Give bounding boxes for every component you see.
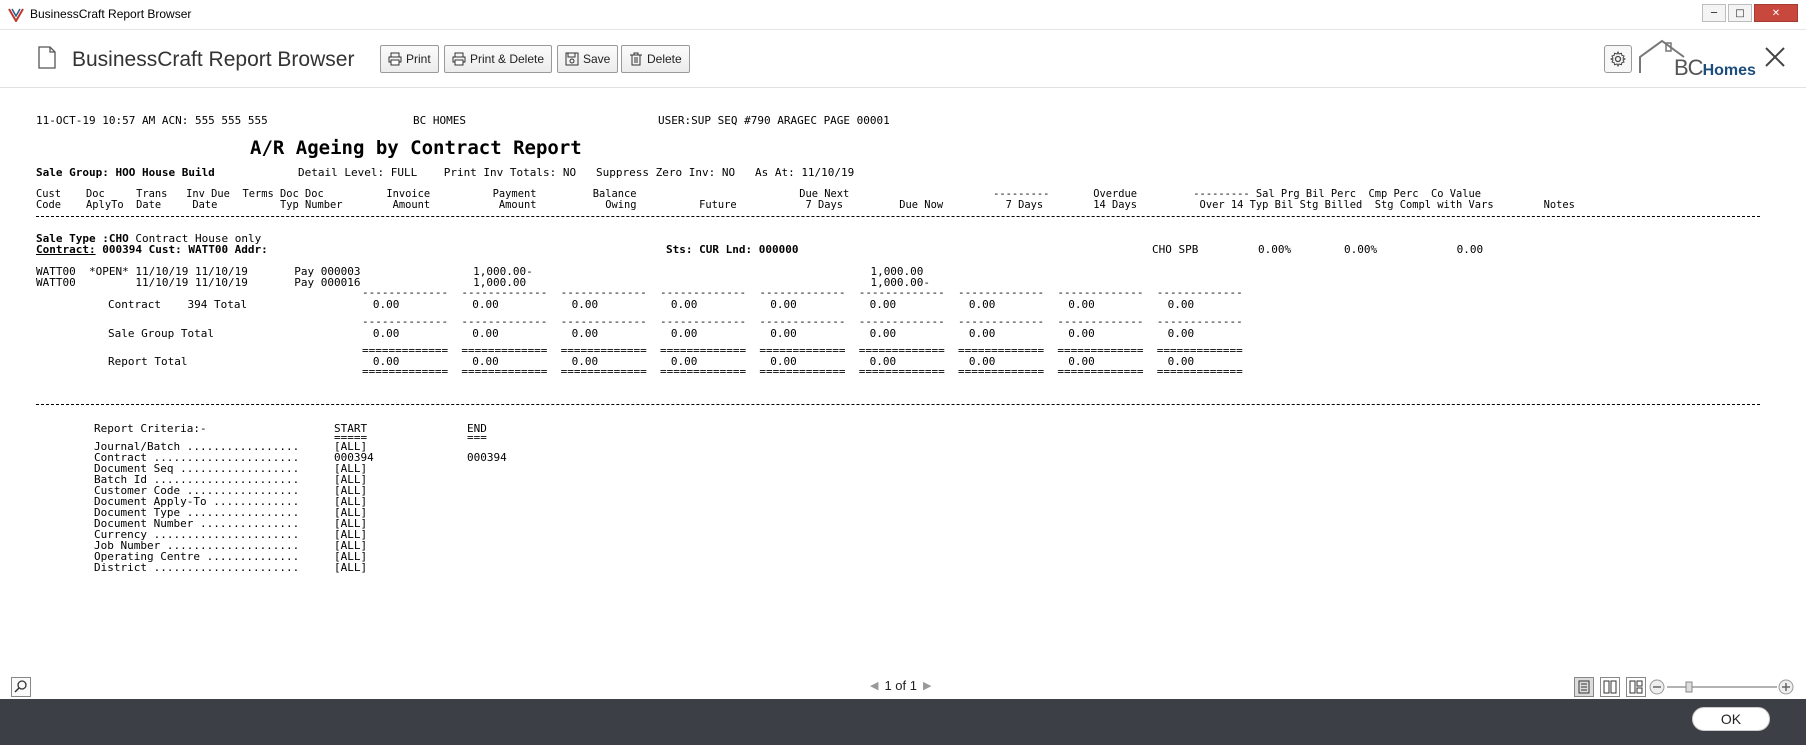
report-total-rule-bottom: ============= ============= ============… bbox=[362, 365, 1243, 378]
multi-page-icon bbox=[1629, 680, 1643, 694]
criteria-end-underline: === bbox=[467, 431, 487, 444]
search-icon[interactable] bbox=[11, 677, 31, 697]
sale-group: Sale Group: HOO House Build bbox=[36, 166, 215, 179]
minimize-button[interactable]: ─ bbox=[1702, 4, 1726, 22]
next-page-icon[interactable]: ▶ bbox=[923, 679, 931, 692]
contract-line: Contract: 000394 Cust: WATT00 Addr: bbox=[36, 244, 268, 255]
criteria-label: Report Criteria:- bbox=[94, 422, 207, 435]
gear-icon bbox=[1610, 51, 1626, 67]
bc-homes-logo: BCHomes bbox=[1638, 37, 1756, 81]
sale-group-total-rule: ------------- ------------- ------------… bbox=[362, 315, 1243, 328]
page-navigator: ◀ 1 of 1 ▶ bbox=[870, 678, 931, 693]
contract-status: Sts: CUR Lnd: 000000 bbox=[666, 243, 799, 256]
report-viewer[interactable]: 11-OCT-19 10:57 AM ACN: 555 555 555 BC H… bbox=[0, 89, 1806, 669]
contract-total-rule: ------------- ------------- ------------… bbox=[362, 286, 1243, 299]
report-options: Detail Level: FULL Print Inv Totals: NO … bbox=[298, 166, 855, 179]
multi-page-view-button[interactable] bbox=[1626, 677, 1646, 697]
print-button[interactable]: Print bbox=[380, 45, 439, 73]
criteria-start-value: [ALL] bbox=[334, 561, 368, 574]
print-label: Print bbox=[406, 52, 431, 66]
printer-icon bbox=[388, 52, 402, 66]
close-icon[interactable] bbox=[1762, 44, 1788, 70]
brand-homes: Homes bbox=[1702, 62, 1756, 79]
two-page-view-button[interactable] bbox=[1600, 677, 1620, 697]
print-delete-label: Print & Delete bbox=[470, 52, 545, 66]
report-header-left: 11-OCT-19 10:57 AM ACN: 555 555 555 bbox=[36, 114, 268, 127]
print-delete-button[interactable]: Print & Delete bbox=[444, 45, 553, 73]
header-divider bbox=[36, 216, 1760, 217]
window-close-button[interactable]: ✕ bbox=[1754, 4, 1798, 22]
criteria-divider bbox=[36, 404, 1760, 405]
report-title: A/R Ageing by Contract Report bbox=[250, 137, 582, 159]
column-header-row-2: Code AplyTo Date Date Typ Number Amount … bbox=[36, 199, 1575, 211]
printer-icon bbox=[452, 52, 466, 66]
app-header: BusinessCraft Report Browser Print Print… bbox=[0, 30, 1806, 88]
maximize-button[interactable]: □ bbox=[1728, 4, 1752, 22]
delete-button[interactable]: Delete bbox=[621, 45, 690, 73]
page-indicator: 1 of 1 bbox=[884, 678, 917, 693]
contract-detail: 000394 Cust: WATT00 Addr: bbox=[95, 243, 268, 256]
contract-right-info: CHO SPB 0.00% 0.00% 0.00 bbox=[1152, 243, 1484, 256]
delete-label: Delete bbox=[647, 52, 682, 66]
app-logo-icon bbox=[8, 8, 24, 22]
criteria-end-value: 000394 bbox=[467, 451, 507, 464]
contract-label: Contract: bbox=[36, 243, 96, 256]
contract-total: Contract 394 Total 0.00 0.00 0.00 0.00 0… bbox=[108, 298, 1195, 311]
save-label: Save bbox=[583, 52, 611, 66]
save-button[interactable]: Save bbox=[557, 45, 619, 73]
sale-group-total: Sale Group Total 0.00 0.00 0.00 0.00 0.0… bbox=[108, 327, 1195, 340]
report-header-right: USER:SUP SEQ #790 ARAGEC PAGE 00001 bbox=[658, 114, 890, 127]
previous-page-icon[interactable]: ◀ bbox=[870, 679, 878, 692]
ok-button[interactable]: OK bbox=[1692, 707, 1770, 731]
brand-bc: BC bbox=[1674, 55, 1704, 80]
single-page-icon bbox=[1578, 680, 1590, 694]
two-page-icon bbox=[1603, 680, 1617, 694]
settings-button[interactable] bbox=[1604, 45, 1632, 73]
trash-icon bbox=[630, 52, 642, 66]
document-icon bbox=[38, 46, 56, 69]
zoom-slider[interactable] bbox=[1649, 679, 1794, 695]
footer-bar: OK bbox=[0, 699, 1806, 745]
status-bar: ◀ 1 of 1 ▶ bbox=[0, 669, 1806, 699]
floppy-disk-icon bbox=[565, 52, 579, 66]
single-page-view-button[interactable] bbox=[1574, 677, 1594, 697]
window-title: BusinessCraft Report Browser bbox=[30, 7, 192, 21]
criteria-name: District ...................... bbox=[94, 561, 300, 574]
report-company: BC HOMES bbox=[413, 114, 466, 127]
app-title: BusinessCraft Report Browser bbox=[72, 48, 355, 71]
window-titlebar: BusinessCraft Report Browser ─ □ ✕ bbox=[0, 0, 1806, 30]
